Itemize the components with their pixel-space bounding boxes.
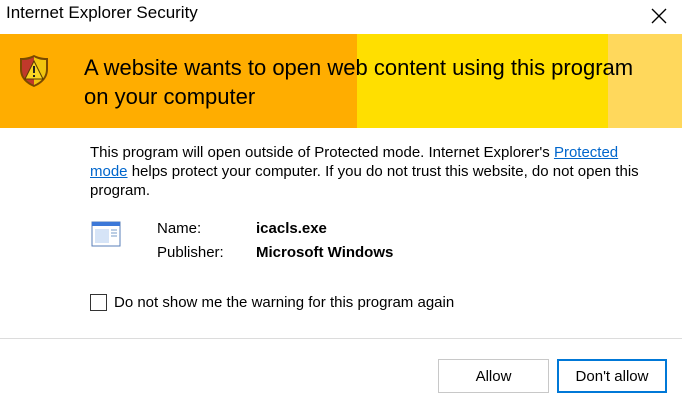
dont-show-again-option[interactable]: Do not show me the warning for this prog… [90,294,454,311]
publisher-value: Microsoft Windows [256,244,394,261]
banner-headline: A website wants to open web content usin… [84,55,634,109]
close-button[interactable] [636,0,682,32]
allow-button[interactable]: Allow [438,359,549,393]
dont-allow-button[interactable]: Don't allow [557,359,667,393]
dont-show-again-label: Do not show me the warning for this prog… [114,294,455,311]
warning-banner: A website wants to open web content usin… [0,34,682,128]
program-name-row: Name: icacls.exe [157,220,327,237]
title-bar: Internet Explorer Security [0,0,682,32]
program-window-icon [91,221,121,247]
window-title: Internet Explorer Security [6,3,198,22]
publisher-label: Publisher: [157,244,224,261]
name-label: Name: [157,220,202,237]
ie-security-dialog: Internet Explorer Security A website wan… [0,0,682,410]
close-icon [651,8,667,24]
warning-shield-icon [20,55,48,87]
message-text-part1: This program will open outside of Protec… [90,144,554,161]
name-value: icacls.exe [256,220,327,237]
dont-show-again-checkbox[interactable] [90,294,107,311]
security-message: This program will open outside of Protec… [90,143,650,200]
program-publisher-row: Publisher: Microsoft Windows [157,244,393,261]
message-text-part2: helps protect your computer. If you do n… [90,163,639,199]
dialog-footer: Allow Don't allow [0,338,682,410]
